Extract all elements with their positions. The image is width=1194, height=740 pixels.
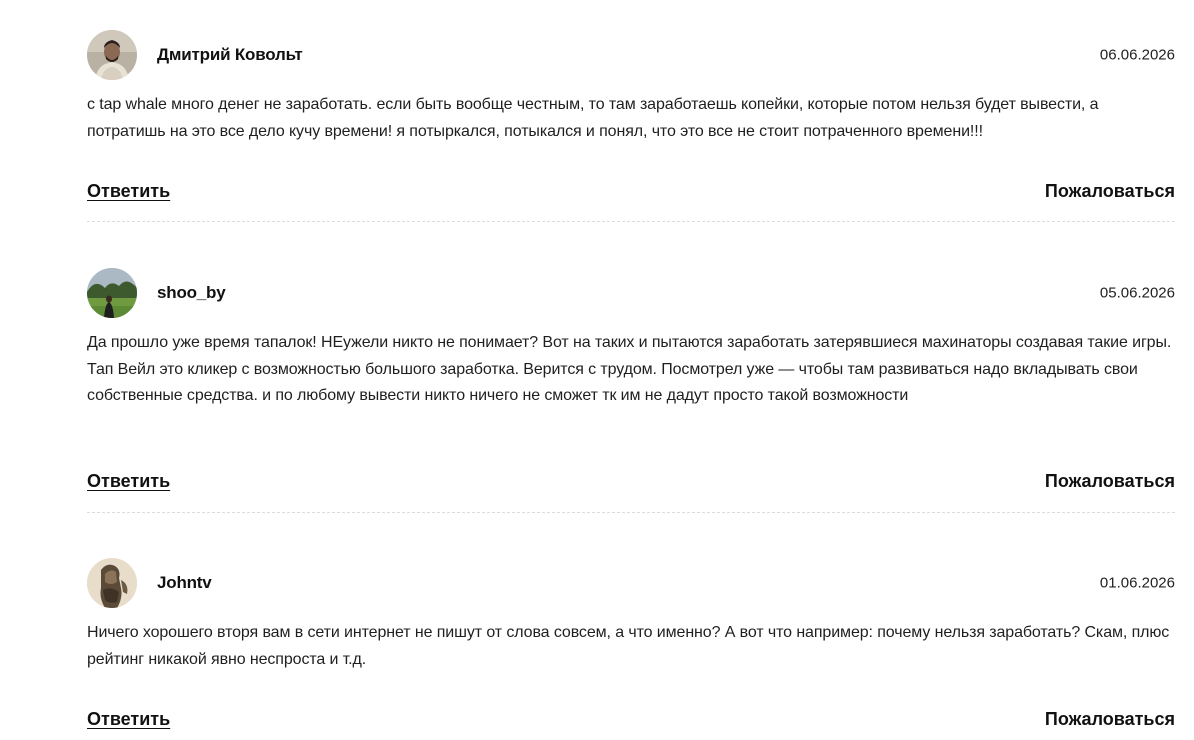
comment-date: 05.06.2026 [1099, 284, 1175, 302]
comment-text: Ничего хорошего вторя вам в сети интерне… [87, 624, 1170, 668]
comment-item: Дмитрий Ковольт 06.06.2026 с tap whale м… [87, 30, 1175, 222]
comment-actions: Ответить Пожаловаться [87, 707, 1175, 731]
comment-author: Дмитрий Ковольт [157, 45, 303, 64]
avatar [87, 558, 137, 608]
comment-date: 06.06.2026 [1099, 46, 1175, 64]
reply-link[interactable]: Ответить [87, 471, 170, 492]
report-link[interactable]: Пожаловаться [1045, 181, 1175, 202]
comment-divider [87, 221, 1175, 222]
comment-author: Johntv [157, 573, 212, 592]
comment-text: с tap whale много денег не заработать. е… [87, 96, 1099, 140]
outdoor-park-avatar-icon [87, 268, 137, 318]
comment-item: shoo_by 05.06.2026 Да прошло уже время т… [87, 268, 1175, 513]
reply-link[interactable]: Ответить [87, 181, 170, 202]
comment-header: Johntv 01.06.2026 [87, 558, 1175, 608]
report-link[interactable]: Пожаловаться [1045, 471, 1175, 492]
comment-divider [87, 512, 1175, 513]
sculpture-avatar-icon [87, 558, 137, 608]
comment-date: 01.06.2026 [1099, 574, 1175, 592]
avatar [87, 30, 137, 80]
comment-actions: Ответить Пожаловаться [87, 469, 1175, 493]
comment-text: Да прошло уже время тапалок! НЕужели ник… [87, 334, 1172, 404]
comment-item: Johntv 01.06.2026 Ничего хорошего вторя … [87, 558, 1175, 729]
comment-actions: Ответить Пожаловаться [87, 179, 1175, 203]
comment-header: shoo_by 05.06.2026 [87, 268, 1175, 318]
reply-link[interactable]: Ответить [87, 709, 170, 730]
comment-header: Дмитрий Ковольт 06.06.2026 [87, 30, 1175, 80]
report-link[interactable]: Пожаловаться [1045, 709, 1175, 730]
man-portrait-avatar-icon [87, 30, 137, 80]
comment-author: shoo_by [157, 283, 226, 302]
avatar [87, 268, 137, 318]
